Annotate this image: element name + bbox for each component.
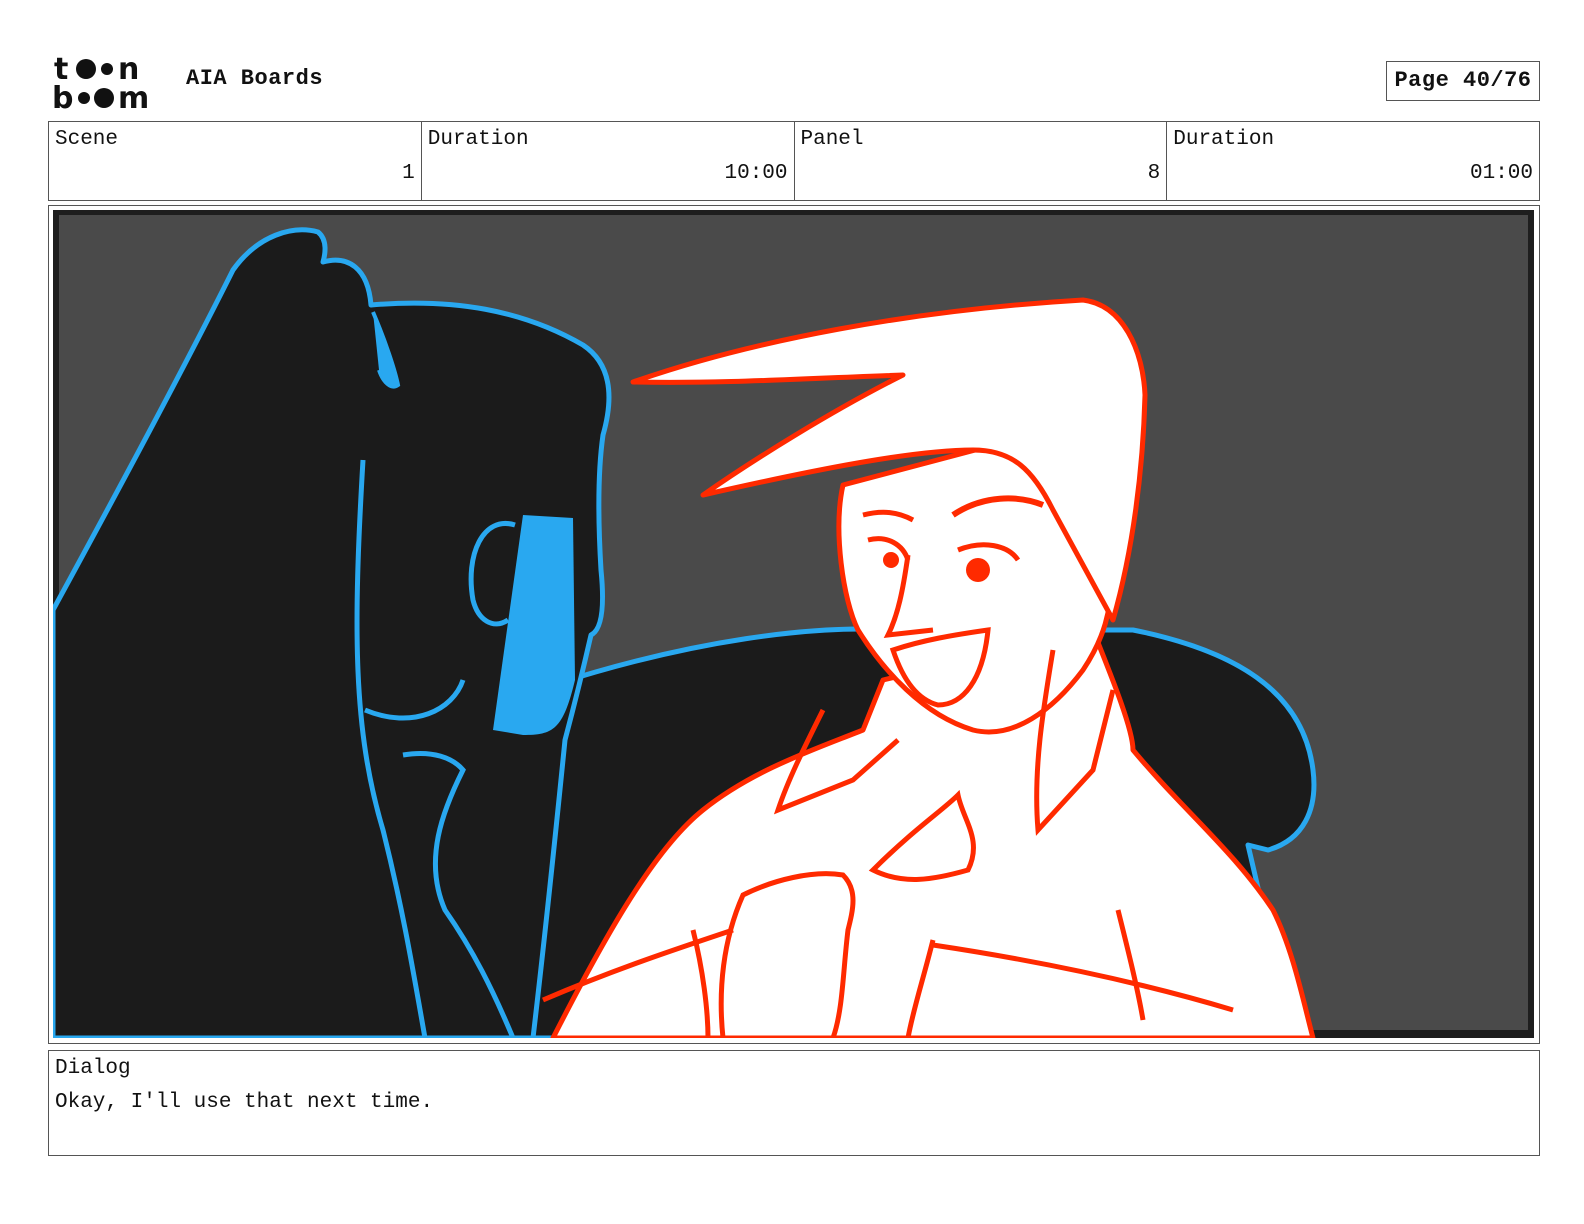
panel-duration-label: Duration <box>1173 128 1275 151</box>
panel-cell: Panel 8 <box>795 122 1168 200</box>
scene-label: Scene <box>55 128 119 151</box>
panel-value: 8 <box>1147 162 1161 185</box>
dialog-label: Dialog <box>55 1057 131 1080</box>
dialog-box: Dialog Okay, I'll use that next time. <box>48 1050 1540 1156</box>
svg-text:b: b <box>52 81 73 112</box>
scene-value: 1 <box>402 162 415 185</box>
storyboard-panel <box>48 205 1540 1044</box>
panel-drawing <box>53 210 1534 1038</box>
panel-duration-value: 01:00 <box>1469 162 1533 185</box>
scene-cell: Scene 1 <box>49 122 422 200</box>
scene-duration-cell: Duration 10:00 <box>422 122 795 200</box>
toon-boom-logo: t n b m <box>52 52 149 112</box>
svg-text:m: m <box>118 81 149 112</box>
project-title: AIA Boards <box>186 66 324 91</box>
panel-duration-cell: Duration 01:00 <box>1167 122 1539 200</box>
scene-duration-label: Duration <box>427 128 529 151</box>
dialog-text: Okay, I'll use that next time. <box>55 1091 434 1114</box>
panel-label: Panel <box>800 128 864 151</box>
scene-info-table: Scene 1 Duration 10:00 Panel 8 Duration … <box>48 121 1540 201</box>
right-character-pupil-left <box>883 552 899 568</box>
right-character-hand <box>718 871 856 1038</box>
page-indicator: Page 40/76 <box>1386 61 1540 101</box>
scene-duration-value: 10:00 <box>724 162 788 185</box>
right-character-pupil-right <box>966 558 990 582</box>
